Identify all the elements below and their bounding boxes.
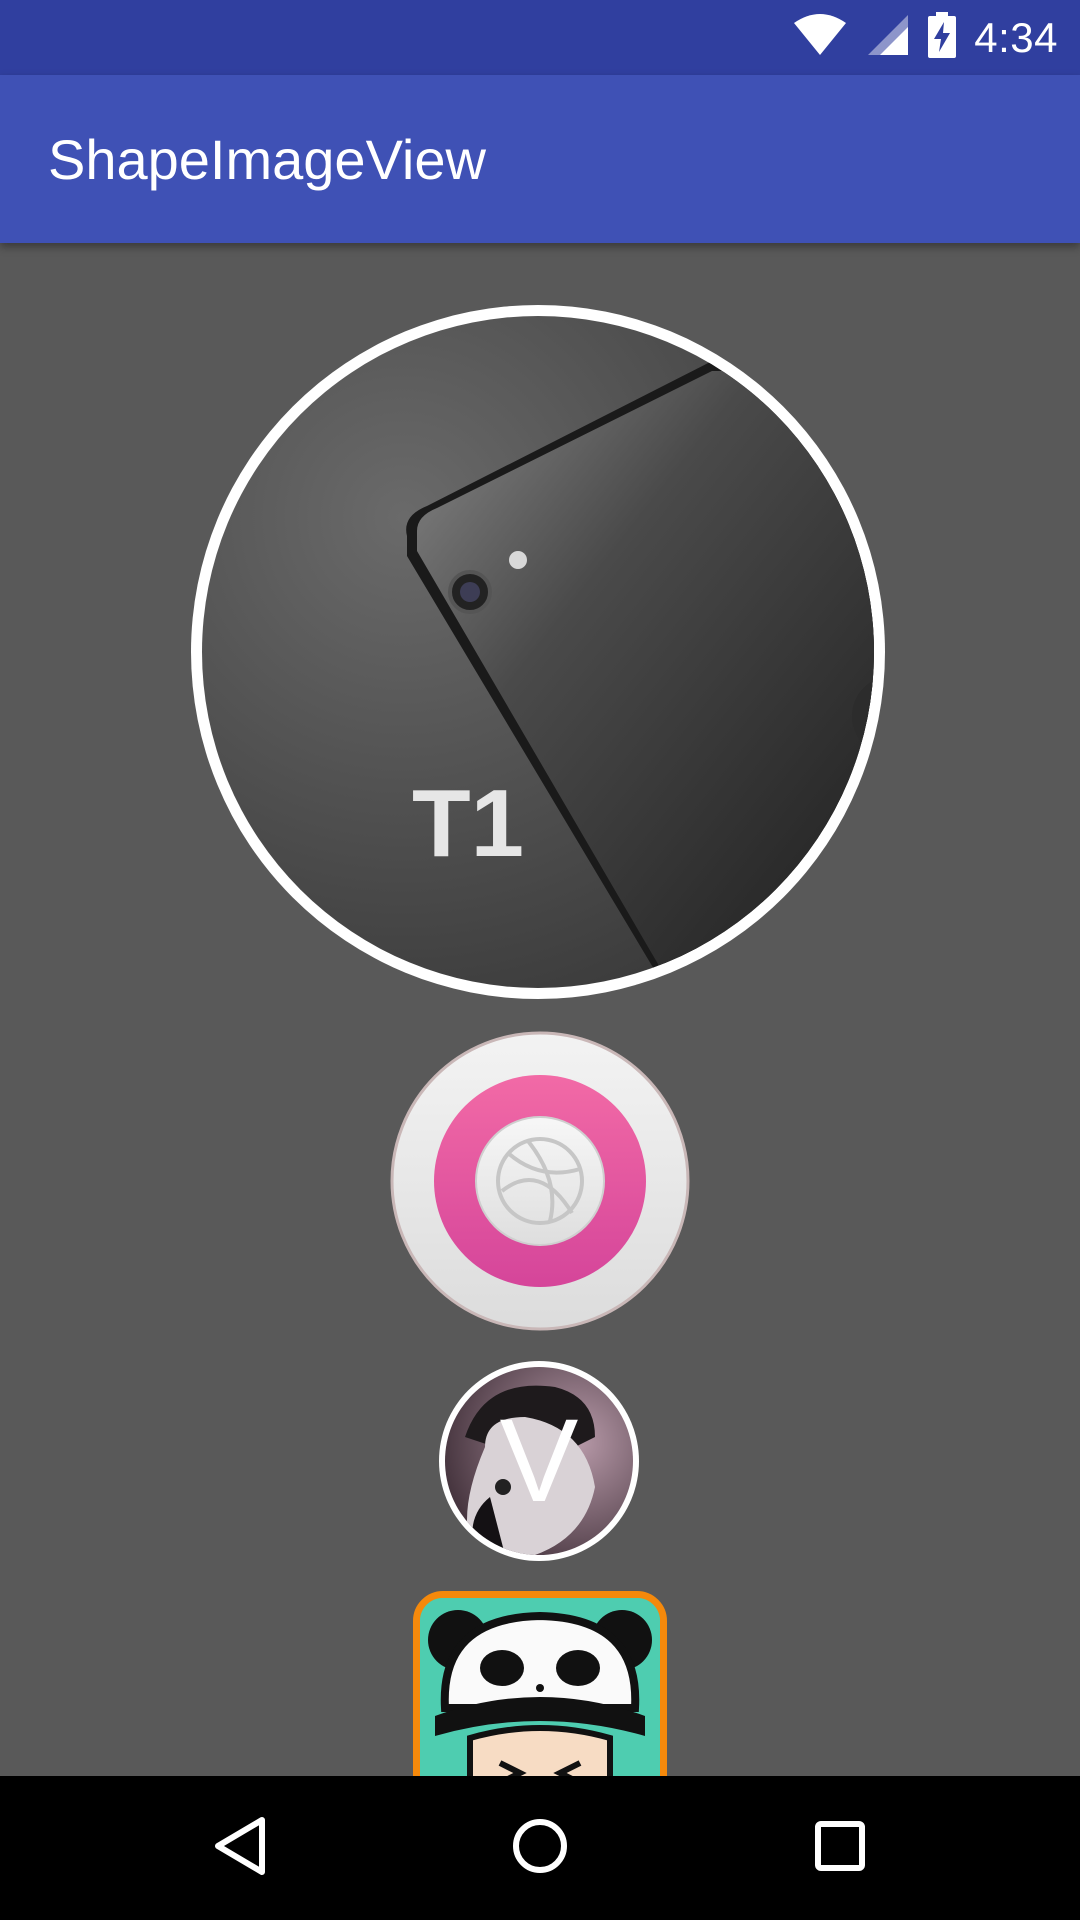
avatar-letter: V xyxy=(499,1395,579,1527)
cell-signal-icon xyxy=(866,13,910,62)
panda-cartoon-art xyxy=(420,1598,660,1776)
phone-label-text: T1 xyxy=(412,770,524,877)
battery-charging-icon xyxy=(928,12,957,63)
phone-photo: T1 xyxy=(202,316,874,988)
back-icon xyxy=(212,1816,268,1881)
avatar-photo: V xyxy=(445,1367,633,1555)
circle-image-phone: T1 xyxy=(191,305,885,999)
content-area[interactable]: T1 V xyxy=(0,243,1080,1776)
back-button[interactable] xyxy=(160,1776,320,1920)
home-icon xyxy=(510,1816,570,1881)
status-icons: 4:34 xyxy=(792,0,1058,75)
recents-icon xyxy=(814,1820,866,1877)
status-time: 4:34 xyxy=(974,13,1058,61)
recents-button[interactable] xyxy=(760,1776,920,1920)
wifi-icon xyxy=(792,13,848,62)
navigation-bar xyxy=(0,1776,1080,1920)
app-title: ShapeImageView xyxy=(48,127,486,191)
circle-image-avatar: V xyxy=(439,1361,639,1561)
status-bar: 4:34 xyxy=(0,0,1080,75)
app-bar: ShapeImageView xyxy=(0,75,1080,243)
dribbble-logo-icon xyxy=(390,1031,690,1331)
circle-image-dribbble-logo xyxy=(390,1031,690,1331)
home-button[interactable] xyxy=(460,1776,620,1920)
rounded-rect-image-panda-cartoon xyxy=(413,1591,667,1776)
phone-photo-art: T1 xyxy=(202,316,874,988)
